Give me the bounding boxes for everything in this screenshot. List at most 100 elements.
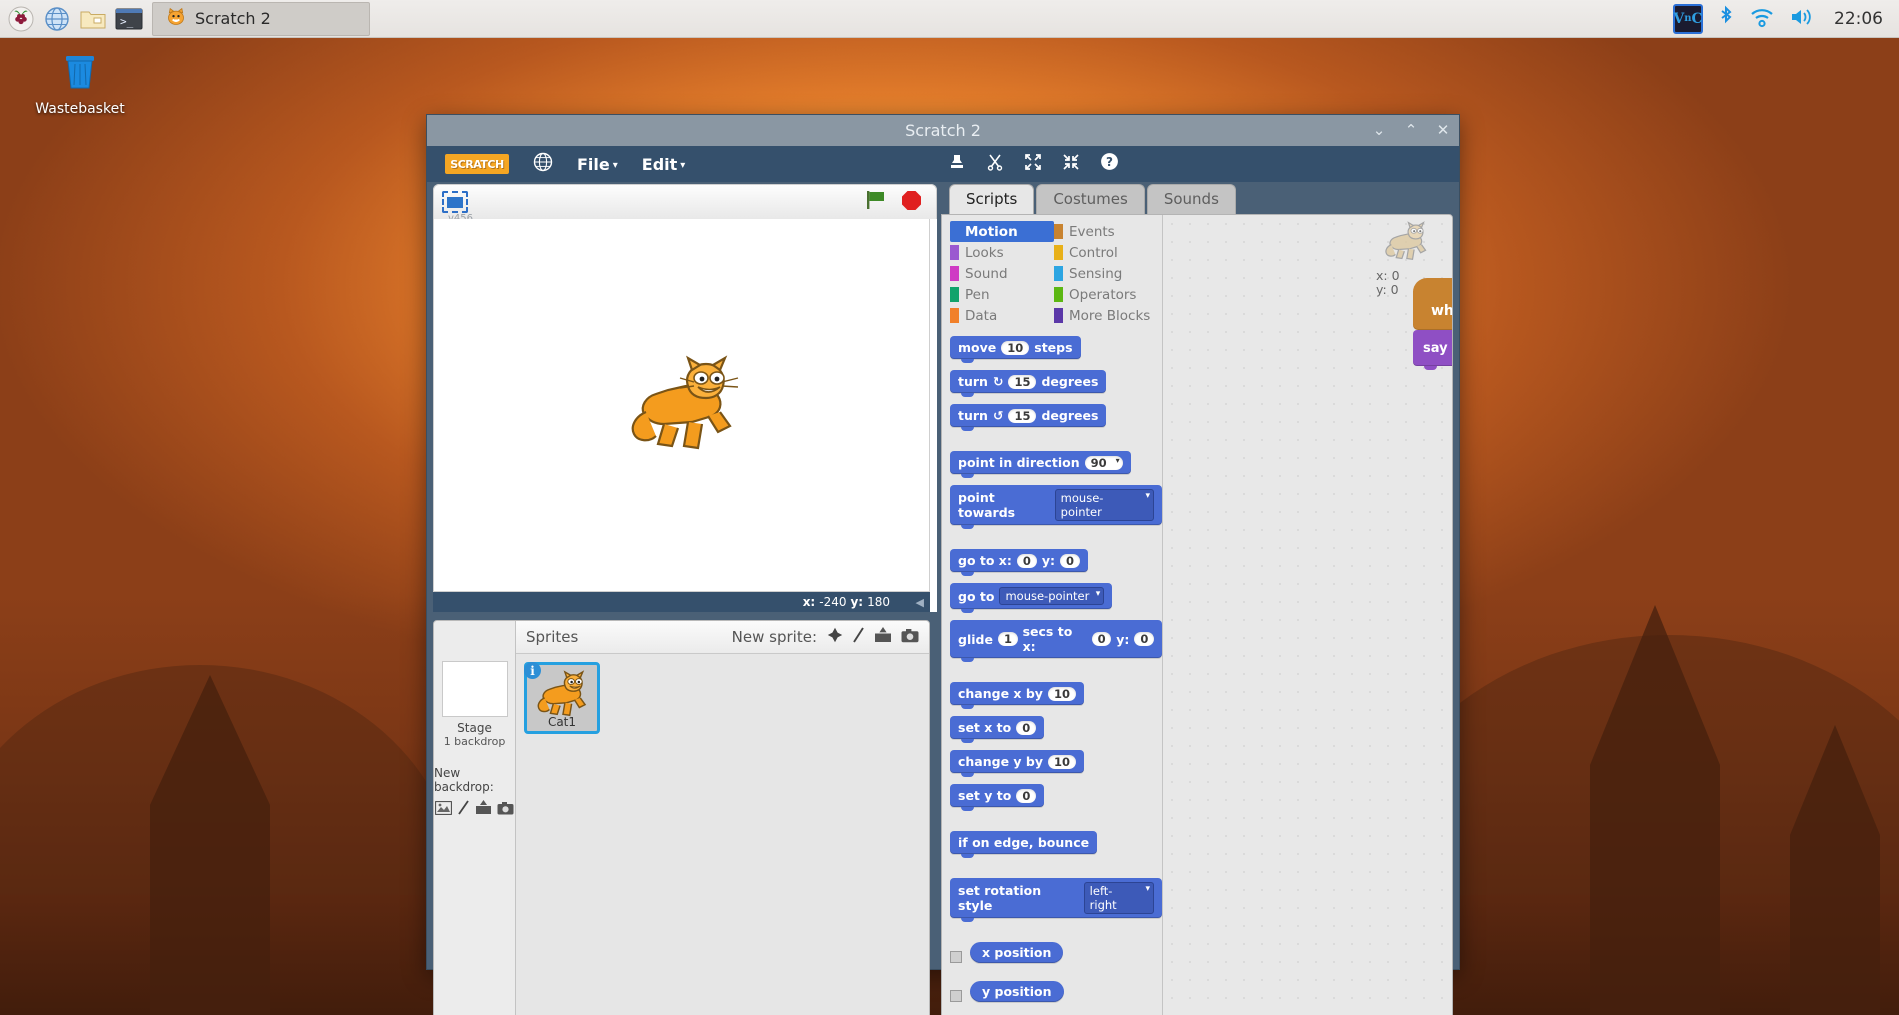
block-input-degrees[interactable]: 15 xyxy=(1008,374,1037,389)
palette-block-glide[interactable]: glide 1 secs to x: 0 y: 0 xyxy=(950,620,1162,662)
category-swatch xyxy=(950,245,959,260)
palette-block-turn-ccw[interactable]: turn ↺ 15 degrees xyxy=(950,404,1107,431)
volume-icon[interactable] xyxy=(1789,6,1815,32)
block-text: y: xyxy=(1116,631,1130,647)
stage-y-value: 180 xyxy=(867,595,890,609)
category-looks[interactable]: Looks xyxy=(950,242,1054,263)
minimize-icon[interactable]: ⌄ xyxy=(1371,123,1387,138)
script-block-when-flag-clicked[interactable]: when clicked xyxy=(1413,278,1452,330)
block-dropdown-target[interactable]: mouse-pointer xyxy=(1054,489,1154,521)
scissors-icon[interactable] xyxy=(986,153,1004,176)
category-motion[interactable]: Motion xyxy=(950,221,1054,242)
globe-icon[interactable] xyxy=(533,152,553,177)
reporter-checkbox-y-position[interactable] xyxy=(950,990,962,1002)
menu-file[interactable]: File ▾ xyxy=(577,155,618,174)
palette-block-go-to[interactable]: go to mouse-pointer xyxy=(950,583,1113,613)
palette-reporter-x-position[interactable]: x position xyxy=(970,942,1064,963)
palette-block-go-to-xy[interactable]: go to x: 0 y: 0 xyxy=(950,549,1089,576)
stage-canvas[interactable] xyxy=(433,219,930,592)
block-dropdown-target[interactable]: mouse-pointer xyxy=(999,587,1105,605)
stop-sign-icon[interactable] xyxy=(901,190,922,215)
file-manager-icon[interactable] xyxy=(78,4,108,34)
scratch-window: Scratch 2 ⌄ ⌃ ✕ SCRATCH File ▾ Edit ▾ ? … xyxy=(426,114,1460,1015)
block-input-steps[interactable]: 10 xyxy=(1001,340,1030,355)
category-operators[interactable]: Operators xyxy=(1054,284,1158,305)
palette-block-point-towards[interactable]: point towards mouse-pointer xyxy=(950,485,1162,529)
script-block-say-for-secs[interactable]: say Hello, World! for 2 secs xyxy=(1413,330,1452,370)
block-input-delta[interactable]: 10 xyxy=(1048,754,1077,769)
backdrop-library-icon[interactable] xyxy=(435,800,452,819)
tab-sounds[interactable]: Sounds xyxy=(1146,184,1236,214)
shrink-icon[interactable] xyxy=(1062,153,1080,176)
taskbar: >_ Scratch 2 VnC 22:06 xyxy=(0,0,1899,38)
bluetooth-icon[interactable] xyxy=(1717,5,1735,33)
web-browser-icon[interactable] xyxy=(42,4,72,34)
scripts-canvas[interactable]: x: 0 y: 0 when xyxy=(1162,215,1452,1015)
category-events[interactable]: Events xyxy=(1054,221,1158,242)
palette-block-change-x[interactable]: change x by 10 xyxy=(950,682,1084,709)
block-input-y[interactable]: 0 xyxy=(1134,632,1154,646)
block-dropdown-rotation-style[interactable]: left-right xyxy=(1083,882,1154,914)
block-input-delta[interactable]: 10 xyxy=(1047,686,1076,701)
svg-text:>_: >_ xyxy=(120,15,134,28)
categories-right-column: Events Control Sensing Operators More Bl… xyxy=(1054,221,1158,326)
palette-block-move[interactable]: move 10 steps xyxy=(950,336,1081,363)
menu-edit[interactable]: Edit ▾ xyxy=(642,155,686,174)
block-input-y[interactable]: 0 xyxy=(1016,788,1037,803)
category-sound[interactable]: Sound xyxy=(950,263,1054,284)
grow-icon[interactable] xyxy=(1024,153,1042,176)
help-icon[interactable]: ? xyxy=(1100,152,1119,176)
maximize-icon[interactable]: ⌃ xyxy=(1403,123,1419,138)
stage-thumbnail[interactable] xyxy=(441,661,508,717)
upload-sprite-icon[interactable] xyxy=(874,627,892,647)
upload-backdrop-icon[interactable] xyxy=(475,800,492,819)
block-input-y[interactable]: 0 xyxy=(1060,553,1081,568)
raspberry-menu-icon[interactable] xyxy=(6,4,36,34)
palette-reporter-y-position[interactable]: y position xyxy=(970,981,1064,1002)
vnc-icon[interactable]: VnC xyxy=(1673,3,1703,34)
category-swatch xyxy=(1054,266,1063,281)
desktop-icon-wastebasket[interactable]: Wastebasket xyxy=(25,48,135,117)
paint-sprite-icon[interactable] xyxy=(852,627,865,647)
palette-spacer xyxy=(950,438,1162,451)
category-data[interactable]: Data xyxy=(950,305,1054,326)
sprite-info-badge[interactable]: i xyxy=(524,662,541,679)
reporter-checkbox-x-position[interactable] xyxy=(950,951,962,963)
category-control[interactable]: Control xyxy=(1054,242,1158,263)
paint-backdrop-icon[interactable] xyxy=(457,800,470,819)
category-pen[interactable]: Pen xyxy=(950,284,1054,305)
block-input-x[interactable]: 0 xyxy=(1091,632,1112,646)
small-stage-icon[interactable] xyxy=(442,191,468,213)
tab-scripts[interactable]: Scripts xyxy=(949,184,1035,214)
block-input-x[interactable]: 0 xyxy=(1016,553,1037,568)
stamp-icon[interactable] xyxy=(948,153,966,176)
wifi-icon[interactable] xyxy=(1749,6,1775,32)
palette-block-set-rotation-style[interactable]: set rotation style left-right xyxy=(950,878,1162,922)
block-input-direction[interactable]: 90 xyxy=(1084,455,1123,470)
camera-backdrop-icon[interactable] xyxy=(497,801,514,819)
palette-block-change-y[interactable]: change y by 10 xyxy=(950,750,1085,777)
palette-block-point-in-direction[interactable]: point in direction 90 xyxy=(950,451,1131,478)
sprite-library-icon[interactable] xyxy=(827,627,843,647)
palette-block-set-x[interactable]: set x to 0 xyxy=(950,716,1045,743)
block-text: glide xyxy=(958,631,993,647)
terminal-icon[interactable]: >_ xyxy=(114,4,144,34)
script-stack[interactable]: when clicked xyxy=(1413,278,1452,370)
window-titlebar[interactable]: Scratch 2 ⌄ ⌃ ✕ xyxy=(427,115,1459,146)
sprite-item-cat1[interactable]: i Cat1 xyxy=(524,662,600,734)
block-input-secs[interactable]: 1 xyxy=(997,632,1018,646)
tab-costumes[interactable]: Costumes xyxy=(1036,184,1145,214)
category-sensing[interactable]: Sensing xyxy=(1054,263,1158,284)
taskbar-window-button-scratch[interactable]: Scratch 2 xyxy=(152,1,370,36)
green-flag-icon[interactable] xyxy=(865,190,887,214)
palette-block-if-on-edge-bounce[interactable]: if on edge, bounce xyxy=(950,831,1098,858)
palette-block-set-y[interactable]: set y to 0 xyxy=(950,784,1045,811)
block-input-x[interactable]: 0 xyxy=(1016,720,1037,735)
sprites-label: Sprites xyxy=(526,628,579,646)
collapse-arrow-icon[interactable]: ◀ xyxy=(916,596,924,609)
block-input-degrees[interactable]: 15 xyxy=(1008,408,1037,423)
category-more-blocks[interactable]: More Blocks xyxy=(1054,305,1158,326)
palette-block-turn-cw[interactable]: turn ↻ 15 degrees xyxy=(950,370,1107,397)
close-icon[interactable]: ✕ xyxy=(1435,123,1451,138)
camera-sprite-icon[interactable] xyxy=(901,628,919,647)
